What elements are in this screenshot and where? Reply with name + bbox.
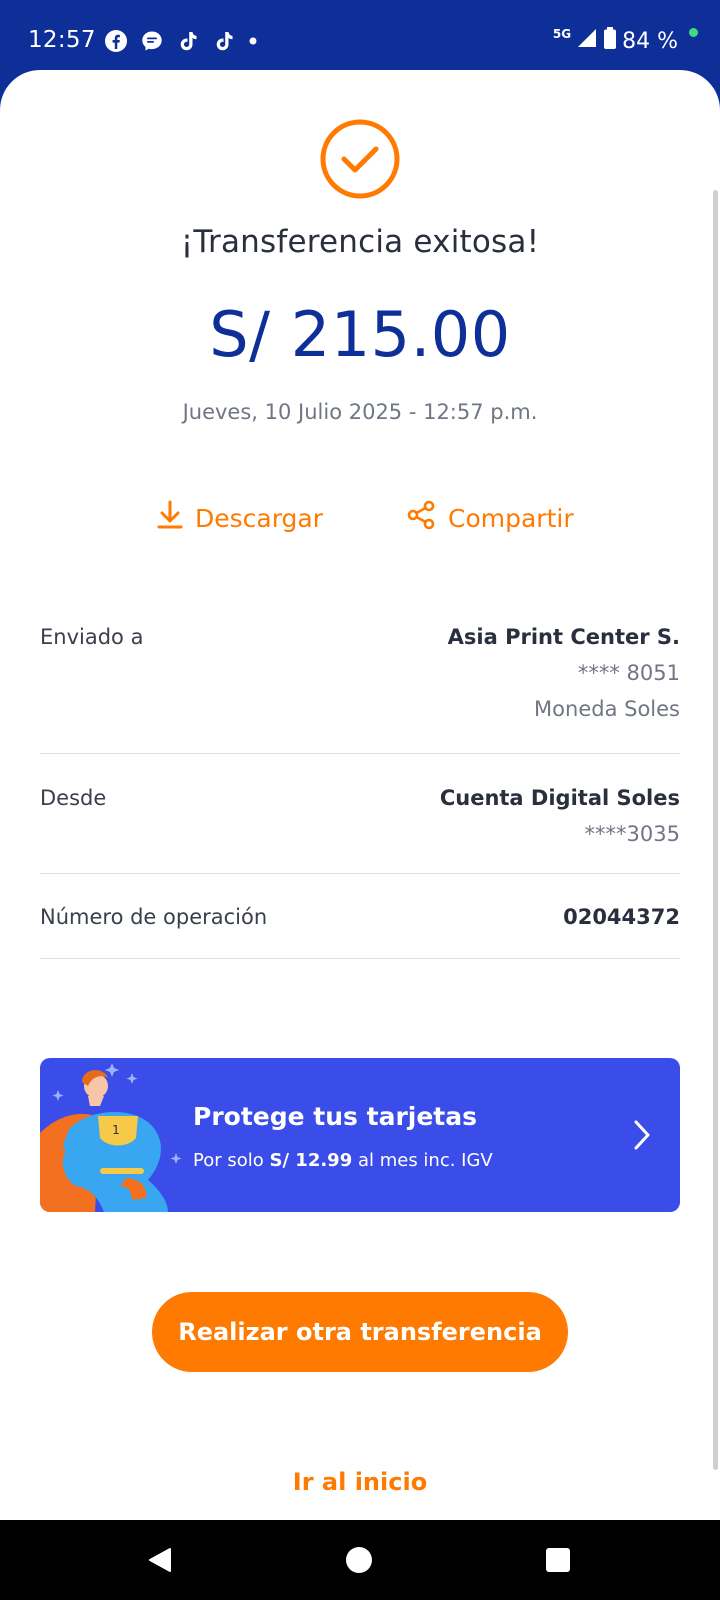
divider [40, 753, 680, 754]
battery-label: 84 % [622, 28, 678, 54]
share-icon [406, 500, 436, 536]
detail-operation: Número de operación 02044372 [40, 905, 680, 945]
sent-to-label: Enviado a [40, 625, 144, 649]
source-account-number: ****3035 [584, 822, 680, 846]
promo-banner[interactable]: 1 Protege tus tarjetas Por solo S/ 12.99… [40, 1058, 680, 1212]
battery-icon [603, 26, 617, 56]
from-value: Cuenta Digital Soles ****3035 [440, 780, 680, 852]
go-home-link[interactable]: Ir al inicio [0, 1468, 720, 1496]
promo-title: Protege tus tarjetas [193, 1102, 477, 1131]
promo-subtitle: Por solo S/ 12.99 al mes inc. IGV [193, 1150, 493, 1171]
recipient-account: **** 8051 [577, 661, 680, 685]
transfer-amount: S/ 215.00 [209, 298, 511, 371]
download-icon [157, 500, 183, 536]
chevron-right-icon [632, 1118, 652, 1156]
share-button[interactable]: Compartir [406, 500, 574, 536]
tiktok-icon [176, 29, 200, 53]
promo-sub-prefix: Por solo [193, 1150, 270, 1171]
share-label: Compartir [448, 503, 574, 533]
operation-number: 02044372 [563, 905, 680, 929]
network-label: 5G [552, 27, 572, 41]
source-account-name: Cuenta Digital Soles [439, 786, 680, 810]
superhero-illustration: 1 [40, 1058, 190, 1212]
recents-button[interactable] [545, 1546, 571, 1578]
from-label: Desde [40, 786, 107, 810]
scrollbar[interactable] [713, 190, 718, 1470]
operation-label: Número de operación [40, 905, 268, 929]
divider [40, 873, 680, 874]
download-label: Descargar [195, 503, 324, 533]
privacy-indicator-icon [689, 27, 698, 37]
download-button[interactable]: Descargar [157, 500, 323, 536]
transfer-datetime: Jueves, 10 Julio 2025 - 12:57 p.m. [182, 400, 538, 424]
tiktok-icon [212, 29, 236, 53]
notification-icons [104, 29, 258, 53]
recipient-currency: Moneda Soles [534, 697, 680, 721]
sent-to-value: Asia Print Center S. **** 8051 Moneda So… [448, 619, 680, 727]
status-right: 5G 84 % [553, 26, 698, 56]
messenger-icon [140, 29, 164, 53]
svg-text:1: 1 [112, 1123, 120, 1137]
divider [40, 958, 680, 959]
page-title: ¡Transferencia exitosa! [180, 224, 540, 260]
signal-icon [576, 27, 598, 55]
detail-from: Desde Cuenta Digital Soles ****3035 [40, 786, 680, 866]
back-button[interactable] [146, 1546, 174, 1578]
recipient-name: Asia Print Center S. [447, 625, 680, 649]
detail-sent-to: Enviado a Asia Print Center S. **** 8051… [40, 625, 680, 735]
promo-sub-suffix: al mes inc. IGV [352, 1150, 493, 1171]
status-time: 12:57 [28, 27, 96, 53]
system-nav-bar [0, 1520, 720, 1600]
operation-value: 02044372 [563, 899, 680, 935]
dot-icon [248, 29, 258, 53]
success-check-icon [319, 118, 401, 200]
another-transfer-button[interactable]: Realizar otra transferencia [152, 1292, 568, 1372]
home-button[interactable] [345, 1546, 373, 1578]
receipt-card: ¡Transferencia exitosa! S/ 215.00 Jueves… [0, 70, 720, 1520]
facebook-icon [104, 29, 128, 53]
promo-price: S/ 12.99 [269, 1150, 353, 1171]
